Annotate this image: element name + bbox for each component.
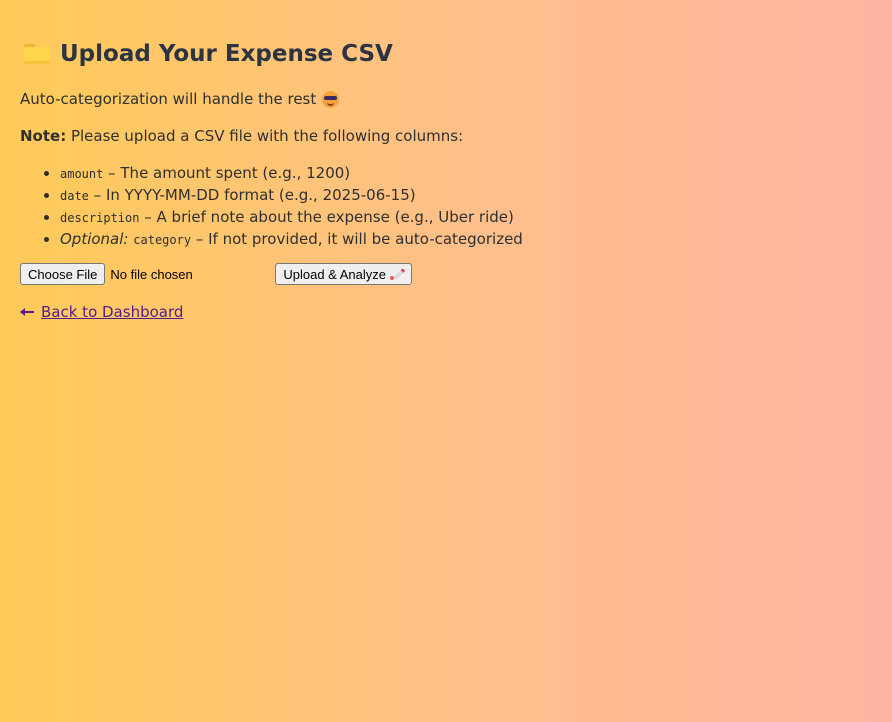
upload-analyze-button[interactable]: Upload & Analyze xyxy=(275,263,412,285)
page-title-text: Upload Your Expense CSV xyxy=(60,41,393,67)
column-code: description xyxy=(60,211,140,225)
upload-page: Upload Your Expense CSV Auto-categorizat… xyxy=(20,38,860,321)
list-item-amount: amount – The amount spent (e.g., 1200) xyxy=(60,163,523,185)
column-list: amount – The amount spent (e.g., 1200) d… xyxy=(20,163,523,251)
upload-form: Choose File No file chosen Upload & Anal… xyxy=(20,263,412,285)
column-code: amount xyxy=(60,167,104,181)
back-link-label: Back to Dashboard xyxy=(41,303,184,321)
choose-file-button[interactable]: Choose File xyxy=(20,263,106,285)
upload-analyze-label: Upload & Analyze xyxy=(283,266,386,282)
left-arrow-icon xyxy=(20,308,34,316)
column-description: – If not provided, it will be auto-categ… xyxy=(191,230,523,248)
page-title: Upload Your Expense CSV xyxy=(20,38,860,70)
file-status: No file chosen xyxy=(110,266,193,282)
sunglasses-face-icon xyxy=(322,90,340,108)
column-code: category xyxy=(133,233,192,247)
list-item-date: date – In YYYY-MM-DD format (e.g., 2025-… xyxy=(60,185,523,207)
note-text: Please upload a CSV file with the follow… xyxy=(66,127,464,145)
column-code: date xyxy=(60,189,89,203)
note-label: Note: xyxy=(20,127,67,145)
column-description: – A brief note about the expense (e.g., … xyxy=(139,208,514,226)
subtitle: Auto-categorization will handle the rest xyxy=(20,90,340,108)
subtitle-text: Auto-categorization will handle the rest xyxy=(20,90,317,108)
column-description: – In YYYY-MM-DD format (e.g., 2025-06-15… xyxy=(88,186,416,204)
back-to-dashboard-link[interactable]: Back to Dashboard xyxy=(20,303,183,321)
rocket-icon xyxy=(390,268,404,280)
list-item-description: description – A brief note about the exp… xyxy=(60,207,523,229)
note: Note: Please upload a CSV file with the … xyxy=(20,127,463,145)
list-item-category: Optional: category – If not provided, it… xyxy=(60,229,523,251)
column-description: – The amount spent (e.g., 1200) xyxy=(103,164,351,182)
optional-label: Optional: xyxy=(60,230,129,248)
folder-icon xyxy=(24,44,50,64)
